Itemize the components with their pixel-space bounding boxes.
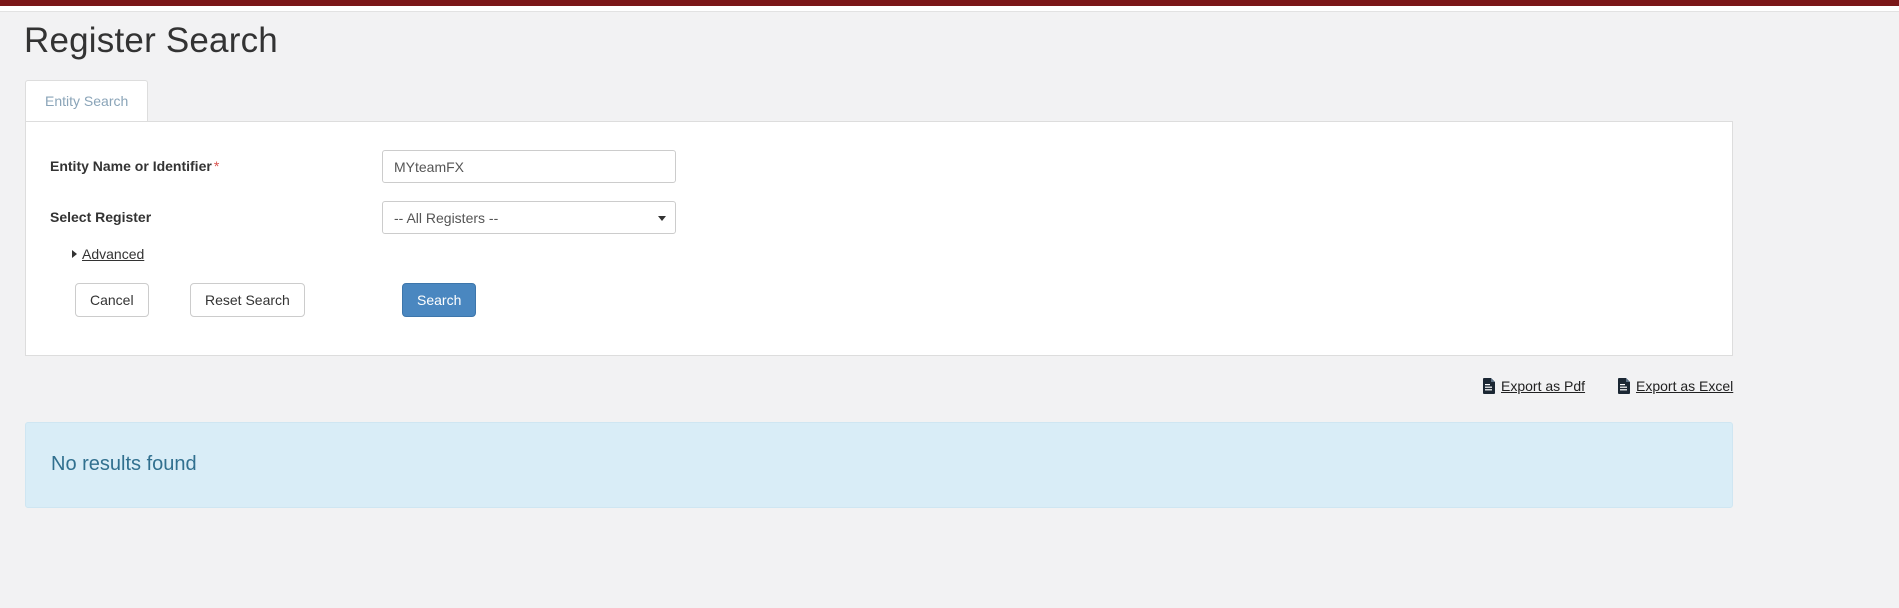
entity-name-control bbox=[382, 150, 676, 183]
select-register-value: -- All Registers -- bbox=[394, 209, 499, 226]
export-as-pdf-link[interactable]: Export as Pdf bbox=[1483, 378, 1585, 394]
tab-entity-search[interactable]: Entity Search bbox=[25, 80, 149, 121]
select-register-control: -- All Registers -- bbox=[382, 201, 676, 234]
entity-name-label: Entity Name or Identifier * bbox=[50, 158, 219, 174]
export-as-pdf-label: Export as Pdf bbox=[1501, 378, 1586, 394]
search-form-panel: Entity Name or Identifier* Select Regist… bbox=[25, 121, 1733, 356]
file-excel-icon bbox=[1618, 378, 1630, 394]
select-register-label: Select Register bbox=[50, 209, 151, 225]
chevron-down-icon bbox=[658, 215, 666, 221]
export-links: Export as Pdf Export as Excel bbox=[0, 378, 1733, 402]
reset-search-button[interactable]: Reset Search bbox=[190, 283, 305, 317]
export-as-excel-label: Export as Excel bbox=[1636, 378, 1734, 394]
tab-entity-search-label: Entity Search bbox=[45, 93, 129, 109]
export-as-excel-link[interactable]: Export as Excel bbox=[1618, 378, 1733, 394]
form-row-entity-name: Entity Name or Identifier * bbox=[26, 150, 1732, 186]
no-results-message: No results found bbox=[51, 453, 197, 475]
select-register-dropdown[interactable]: -- All Registers -- bbox=[382, 201, 676, 234]
advanced-toggle[interactable]: Advanced bbox=[72, 246, 144, 262]
page-title: Register Search bbox=[24, 21, 278, 60]
advanced-toggle-label: Advanced bbox=[82, 246, 145, 262]
top-header-strip bbox=[0, 6, 1899, 12]
select-register-label-text: Select Register bbox=[50, 209, 152, 225]
file-pdf-icon bbox=[1483, 378, 1495, 394]
tab-strip: Entity Search bbox=[25, 80, 1733, 121]
results-panel: No results found bbox=[25, 422, 1733, 508]
search-button[interactable]: Search bbox=[402, 283, 477, 317]
required-marker: * bbox=[213, 158, 220, 174]
cancel-button[interactable]: Cancel bbox=[75, 283, 149, 317]
chevron-right-icon bbox=[72, 250, 77, 258]
entity-name-label-text: Entity Name or Identifier bbox=[50, 158, 212, 174]
entity-name-input[interactable] bbox=[382, 150, 676, 183]
form-row-select-register: Select Register -- All Registers -- bbox=[26, 201, 1732, 237]
